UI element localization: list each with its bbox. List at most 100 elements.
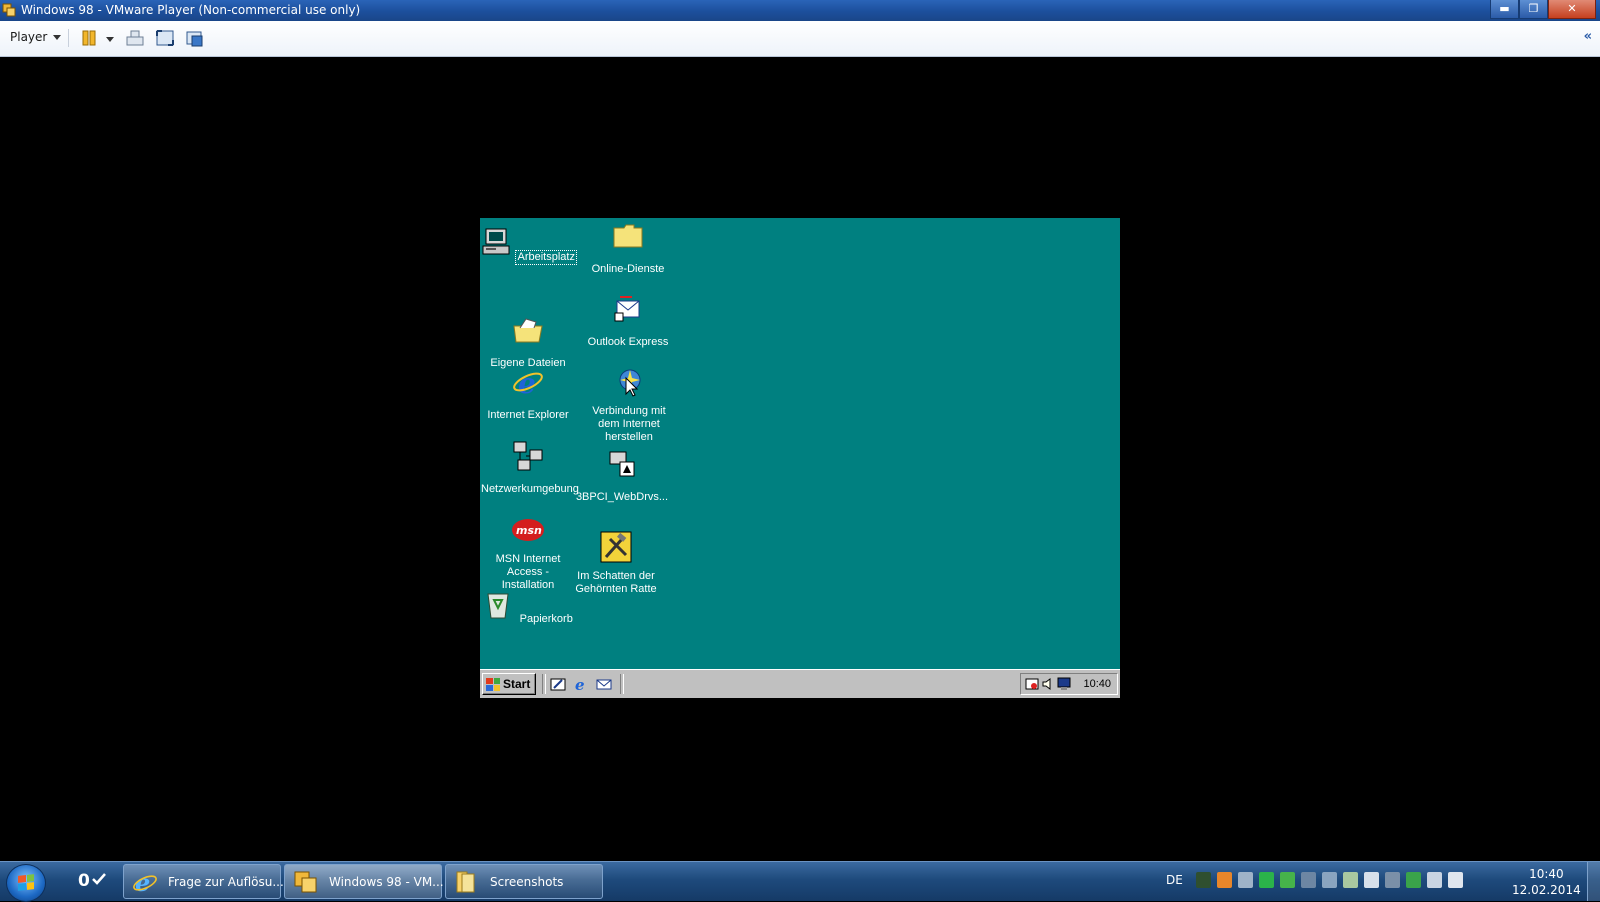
desktop-icon-online-dienste[interactable]: Online-Dienste [580, 220, 676, 277]
connection-wizard-icon [619, 369, 641, 397]
desktop-icon-label: Netzwerkumgebung [481, 483, 579, 495]
desktop-icon-label: Online-Dienste [591, 263, 665, 275]
windows-logo-icon [18, 874, 34, 891]
taskbar-button-screenshots[interactable]: Screenshots [445, 864, 603, 899]
guest-clock[interactable]: 10:40 [1083, 678, 1111, 690]
folder-icon [613, 224, 643, 248]
send-ctrl-alt-del-icon[interactable] [125, 29, 145, 47]
guest-taskbar: Start e 10:40 [480, 669, 1120, 698]
desktop-icon-label: Outlook Express [587, 336, 669, 348]
monitor-icon[interactable] [1238, 872, 1253, 888]
toolbar-divider [68, 29, 69, 47]
avast-icon[interactable] [1217, 872, 1232, 888]
desktop-icon-netzwerkumgebung[interactable]: Netzwerkumgebung [480, 440, 579, 497]
host-clock[interactable]: 10:40 12.02.2014 [1512, 866, 1581, 898]
vmware-icon [294, 871, 317, 893]
desktop-icon-label: Internet Explorer [487, 409, 569, 421]
collapse-library-button[interactable]: « [1584, 29, 1592, 44]
desktop-icon-outlook-express[interactable]: Outlook Express [580, 293, 676, 350]
tools-icon[interactable] [1322, 872, 1337, 888]
svg-text:e: e [518, 367, 536, 398]
taskbar-button-ie[interactable]: e Frage zur Auflösu... [123, 864, 284, 899]
desktop-icon-internet-explorer[interactable]: e Internet Explorer [480, 366, 576, 423]
maximize-button[interactable]: ❐ [1519, 0, 1548, 19]
desktop-icon-label: Im Schatten der Gehörnten Ratte [575, 570, 657, 595]
start-orb-button[interactable] [6, 864, 46, 902]
window-title-bar[interactable]: Windows 98 - VMware Player (Non-commerci… [0, 0, 1600, 21]
language-indicator[interactable]: DE [1166, 873, 1183, 887]
guest-system-tray: 10:40 [1020, 673, 1118, 695]
outlook-check-icon [92, 873, 106, 885]
show-desktop-icon[interactable] [550, 676, 566, 692]
outlook-taskbar-button[interactable]: 0 [68, 866, 108, 898]
desktop-icon-papierkorb[interactable]: Papierkorb [480, 588, 576, 627]
host-taskbar: 0 e Frage zur Auflösu... Windows 98 - VM… [0, 861, 1600, 902]
start-button[interactable]: Start [482, 673, 536, 695]
pause-icon[interactable] [80, 29, 100, 47]
internet-explorer-icon[interactable]: e [573, 676, 589, 692]
taskbar-button-label: Frage zur Auflösu... [168, 875, 284, 889]
sync-icon[interactable] [1343, 872, 1358, 888]
desktop-icon-label: 3BPCI_WebDrvs... [575, 491, 669, 503]
action-center-flag-icon[interactable] [1364, 872, 1379, 888]
spotify-icon[interactable] [1259, 872, 1274, 888]
taskbar-grip[interactable] [542, 674, 546, 694]
media-icon[interactable] [1196, 872, 1211, 888]
internet-explorer-icon: e [133, 870, 157, 894]
security-check-icon[interactable] [1280, 872, 1295, 888]
player-menu-button[interactable]: Player [10, 30, 62, 44]
taskbar-grip[interactable] [620, 674, 624, 694]
desktop-icon-3bpci-webdrvs[interactable]: 3BPCI_WebDrvs... [574, 448, 670, 505]
network-drivers-icon [609, 451, 635, 477]
desktop-icon-label: Papierkorb [519, 613, 573, 625]
player-menu-label: Player [10, 30, 48, 44]
msn-icon: msn [512, 519, 544, 541]
outlook-unread-count: 0 [78, 871, 90, 891]
clock-date: 12.02.2014 [1512, 883, 1581, 897]
notification-area [1196, 872, 1463, 888]
display-icon[interactable] [1057, 677, 1071, 691]
nvidia-icon[interactable] [1406, 872, 1421, 888]
taskbar-button-label: Windows 98 - VM... [329, 875, 444, 889]
outlook-express-icon[interactable] [596, 676, 612, 692]
taskbar-button-vmware[interactable]: Windows 98 - VM... [284, 864, 444, 899]
svg-text:msn: msn [516, 524, 542, 537]
vmware-icon [2, 3, 16, 17]
clock-time: 10:40 [1529, 867, 1564, 881]
desktop-icon-msn-installation[interactable]: msn MSN Internet Access - Installation [480, 514, 576, 593]
my-computer-icon [482, 228, 510, 255]
guest-screen[interactable]: Arbeitsplatz Online-Dienste Outlook Expr… [480, 218, 1120, 698]
desktop-icon-eigene-dateien[interactable]: Eigene Dateien [480, 314, 576, 371]
desktop-icon-arbeitsplatz[interactable]: Arbeitsplatz [480, 226, 577, 265]
start-label: Start [503, 677, 531, 691]
windows-logo-icon [486, 677, 500, 691]
close-button[interactable]: ✕ [1548, 0, 1596, 19]
desktop-icon-label: MSN Internet Access - Installation [495, 553, 561, 591]
taskbar-button-label: Screenshots [490, 875, 564, 889]
minimize-button[interactable]: ▬ [1490, 0, 1519, 19]
svg-text:e: e [575, 676, 585, 692]
settings-icon[interactable] [1385, 872, 1400, 888]
folder-icon [456, 871, 475, 893]
vmware-toolbar: Player « [0, 21, 1600, 57]
volume-icon[interactable] [1448, 872, 1463, 888]
unity-icon[interactable] [185, 29, 205, 47]
chevron-down-icon [53, 34, 62, 40]
network-icon[interactable] [1427, 872, 1442, 888]
outlook-express-icon [614, 296, 640, 322]
scheduler-icon[interactable] [1025, 677, 1039, 691]
volume-icon[interactable] [1041, 677, 1055, 691]
desktop-icon-gehoernte-ratte[interactable]: Im Schatten der Gehörnten Ratte [568, 531, 664, 597]
show-desktop-button[interactable] [1587, 862, 1600, 901]
desktop-icon-label: Arbeitsplatz [515, 250, 577, 265]
internet-explorer-icon: e [513, 367, 543, 400]
desktop-icon-verbindung[interactable]: Verbindung mit dem Internet herstellen [580, 366, 676, 445]
my-documents-icon [513, 318, 543, 343]
fullscreen-icon[interactable] [155, 29, 175, 47]
setup-tools-icon [600, 531, 632, 563]
recycle-bin-icon [487, 593, 509, 619]
network-neighborhood-icon [513, 441, 543, 471]
pause-dropdown-icon[interactable] [106, 37, 114, 42]
desktop-icon-label: Verbindung mit dem Internet herstellen [592, 405, 666, 443]
usb-icon[interactable] [1301, 872, 1316, 888]
